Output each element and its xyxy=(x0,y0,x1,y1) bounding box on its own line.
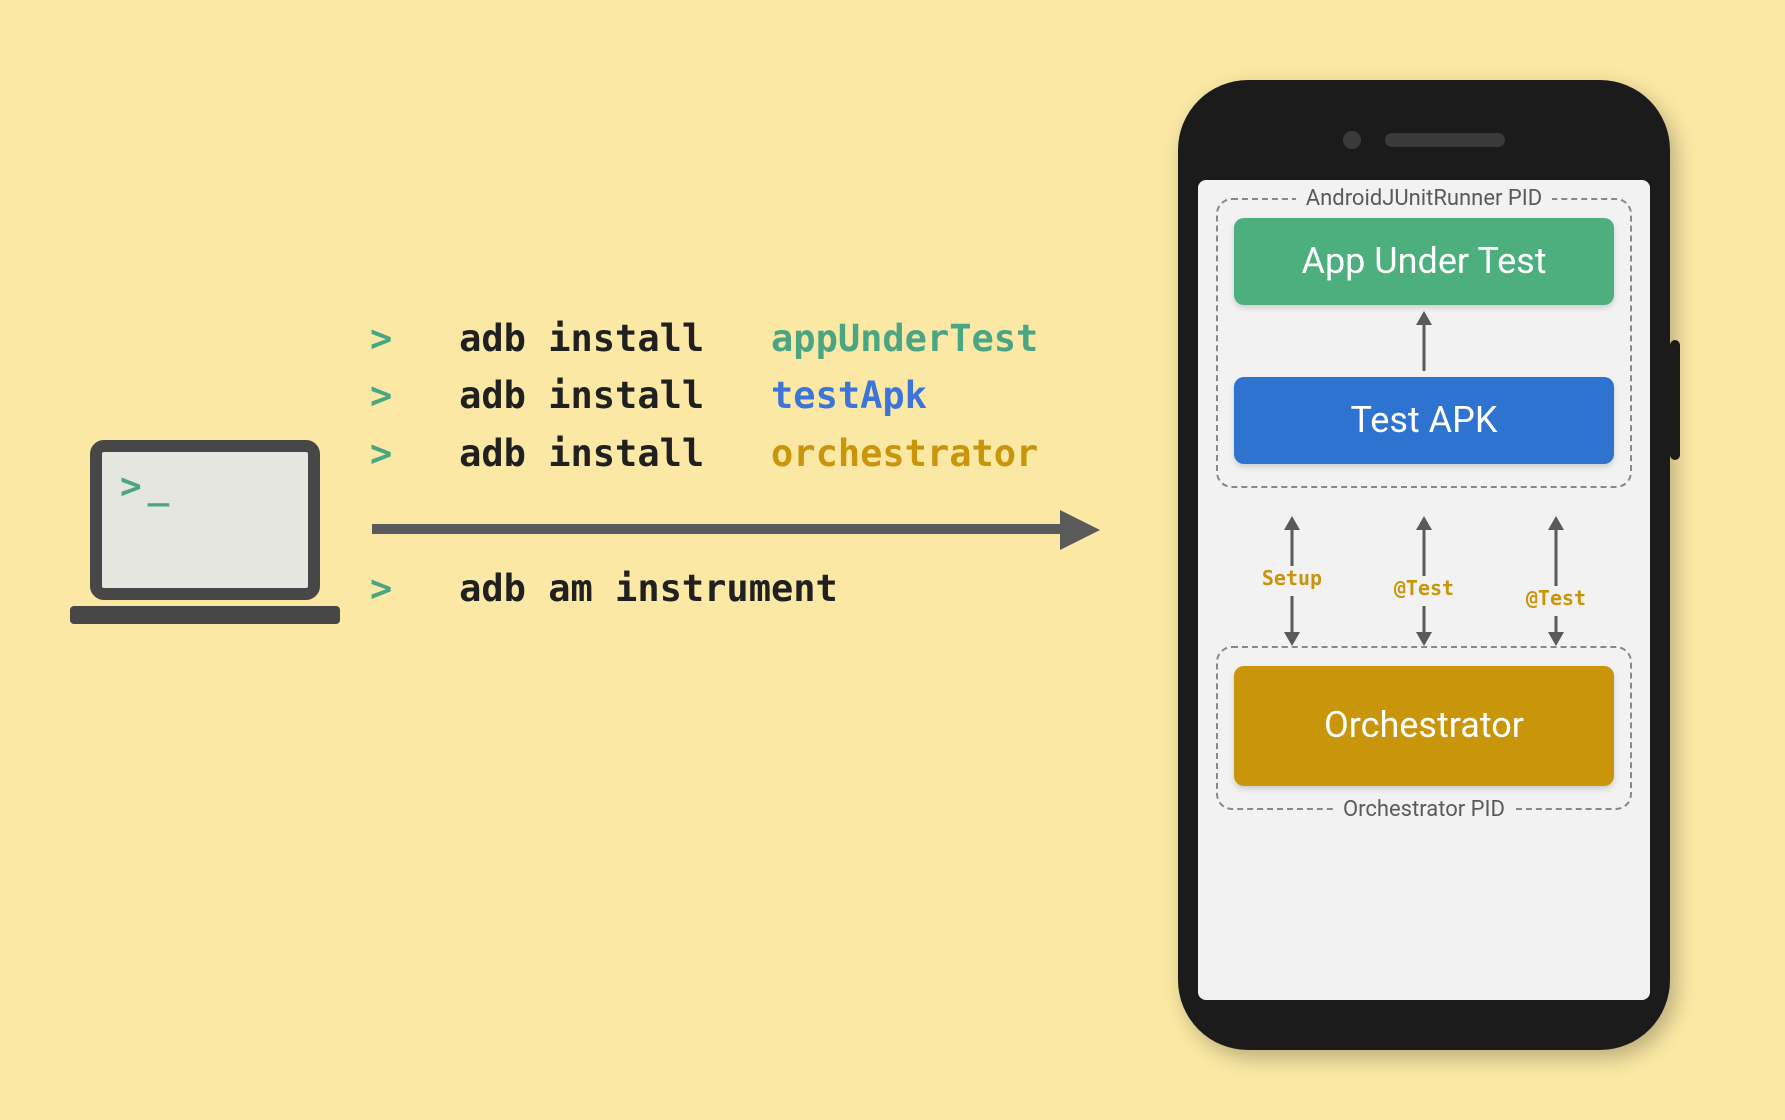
arrow-test1-down xyxy=(1412,606,1436,646)
runner-pid-label: AndroidJUnitRunner PID xyxy=(1218,186,1630,211)
prompt-4: > xyxy=(370,567,392,610)
arg-orchestrator: orchestrator xyxy=(771,432,1038,475)
phone-top-bar xyxy=(1198,100,1650,180)
orchestrator-arrows: Setup @Test xyxy=(1216,488,1632,646)
arg-testapk: testApk xyxy=(771,374,927,417)
setup-arrow-col: Setup xyxy=(1262,488,1322,646)
arrow-test1-up xyxy=(1412,516,1436,576)
test1-arrow-col: @Test xyxy=(1394,488,1454,646)
cmd-install-3: adb install xyxy=(459,432,704,475)
prompt-2: > xyxy=(370,374,392,417)
test2-arrow-col: @Test xyxy=(1526,488,1586,646)
laptop-icon: >_ xyxy=(70,440,340,660)
label-setup: Setup xyxy=(1262,566,1322,590)
label-test1: @Test xyxy=(1394,576,1454,600)
arrow-test2-up xyxy=(1544,516,1568,586)
cmd-install-1: adb install xyxy=(459,317,704,360)
phone-screen: AndroidJUnitRunner PID App Under Test Te… xyxy=(1198,180,1650,1000)
arrow-test2-down xyxy=(1544,616,1568,646)
cmd-instrument: adb am instrument xyxy=(459,567,838,610)
terminal-commands-below: > adb am instrument xyxy=(370,560,838,617)
phone-speaker-icon xyxy=(1385,133,1505,147)
cmd-line-3: > adb install orchestrator xyxy=(370,425,1038,482)
app-under-test-box: App Under Test xyxy=(1234,218,1614,305)
orchestrator-pid-group: Orchestrator Orchestrator PID xyxy=(1216,646,1632,809)
prompt-1: > xyxy=(370,317,392,360)
arg-appundertest: appUnderTest xyxy=(771,317,1038,360)
orchestrator-box: Orchestrator xyxy=(1234,666,1614,785)
cmd-line-1: > adb install appUnderTest xyxy=(370,310,1038,367)
orchestrator-pid-label: Orchestrator PID xyxy=(1218,797,1630,822)
runner-pid-group: AndroidJUnitRunner PID App Under Test Te… xyxy=(1216,198,1632,488)
arrow-app-to-test xyxy=(1412,311,1436,371)
laptop-base xyxy=(70,606,340,624)
prompt-3: > xyxy=(370,432,392,475)
cmd-line-4: > adb am instrument xyxy=(370,560,838,617)
flow-arrow-head xyxy=(1060,510,1100,550)
arrow-setup-up xyxy=(1280,516,1304,566)
test-apk-box: Test APK xyxy=(1234,377,1614,464)
laptop-prompt: >_ xyxy=(102,452,308,521)
cmd-install-2: adb install xyxy=(459,374,704,417)
terminal-commands: > adb install appUnderTest > adb install… xyxy=(370,310,1038,482)
arrow-setup-down xyxy=(1280,596,1304,646)
phone-camera-icon xyxy=(1343,131,1361,149)
label-test2: @Test xyxy=(1526,586,1586,610)
laptop-screen: >_ xyxy=(90,440,320,600)
cmd-line-2: > adb install testApk xyxy=(370,367,1038,424)
phone-frame: AndroidJUnitRunner PID App Under Test Te… xyxy=(1178,80,1670,1050)
flow-arrow xyxy=(372,522,1092,536)
